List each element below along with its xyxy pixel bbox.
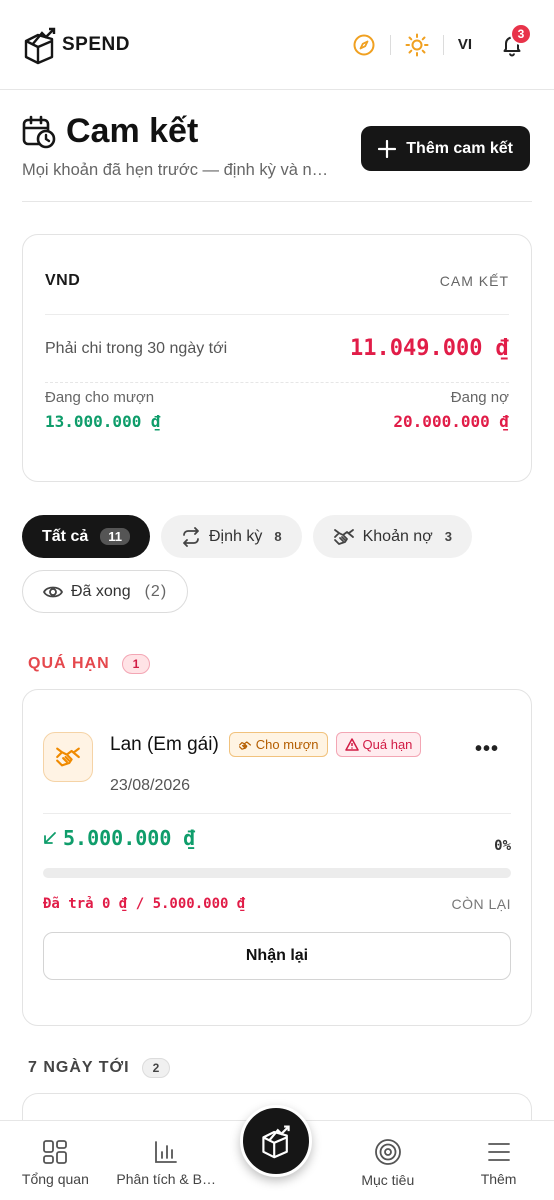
section-title: 7 NGÀY TỚI — [28, 1059, 130, 1076]
filter-label: Đã xong — [71, 582, 131, 600]
filter-count: (2) — [144, 582, 168, 600]
lending-label: Đang cho mượn — [45, 389, 155, 406]
calendar-clock-icon — [22, 115, 56, 148]
notification-badge: 3 — [510, 22, 532, 45]
handshake-icon — [238, 740, 251, 750]
lending-amount: 13.000.000 ₫ — [45, 412, 161, 431]
nav-overview[interactable]: Tổng quan — [0, 1121, 111, 1200]
nav-label: Thêm — [480, 1170, 517, 1187]
due-label: Phải chi trong 30 ngày tới — [45, 339, 228, 357]
status-badge: Quá hạn — [335, 732, 422, 757]
section-overdue-header: QUÁ HẠN 1 — [28, 654, 151, 674]
due-date: 23/08/2026 — [110, 777, 191, 794]
wallet-logo-icon — [262, 1125, 290, 1159]
sun-icon — [405, 33, 429, 56]
arrow-down-left-icon — [44, 832, 56, 844]
more-options-icon[interactable]: ••• — [475, 738, 499, 761]
add-button-label: Thêm cam kết — [406, 139, 513, 157]
filter-debts[interactable]: Khoản nợ 3 — [312, 515, 472, 558]
commitment-card[interactable]: Lan (Em gái) Cho mượn Quá hạn 23/08/2026… — [22, 689, 532, 1026]
filter-count: 8 — [274, 529, 282, 544]
repeat-icon — [183, 526, 199, 547]
due-amount: 11.049.000 ₫ — [350, 336, 509, 361]
amount-value: 5.000.000 ₫ — [63, 826, 196, 850]
loan-icon-tile — [43, 732, 93, 782]
wallet-logo-icon — [24, 27, 56, 64]
section-title: QUÁ HẠN — [28, 655, 110, 672]
filter-all[interactable]: Tất cả 11 — [22, 515, 150, 558]
page-title: Cam kết — [66, 112, 199, 150]
filter-done[interactable]: Đã xong (2) — [22, 570, 189, 613]
contact-name: Lan (Em gái) — [110, 733, 219, 755]
debt-amount: 20.000.000 ₫ — [393, 412, 509, 431]
language-switch[interactable]: VI — [458, 36, 472, 53]
nav-label: Phân tích & B… — [116, 1170, 216, 1187]
explore-button[interactable] — [344, 25, 384, 65]
menu-icon — [487, 1142, 510, 1161]
filter-label: Khoản nợ — [362, 527, 433, 545]
summary-card: VND CAM KẾT Phải chi trong 30 ngày tới 1… — [22, 234, 532, 482]
section-next7-header: 7 NGÀY TỚI 2 — [28, 1058, 171, 1078]
eye-icon — [43, 586, 63, 597]
section-count-badge: 1 — [121, 654, 151, 674]
debt-label: Đang nợ — [450, 389, 509, 406]
add-commitment-button[interactable]: Thêm cam kết — [361, 126, 530, 171]
receive-back-button[interactable]: Nhận lại — [43, 932, 511, 980]
currency-label: VND — [45, 271, 81, 289]
nav-goals[interactable]: Mục tiêu — [332, 1121, 443, 1200]
progress-bar — [43, 868, 511, 878]
dashboard-icon — [43, 1139, 68, 1164]
theme-toggle-button[interactable] — [397, 25, 437, 65]
filter-label: Tất cả — [42, 527, 89, 545]
plus-icon — [378, 139, 397, 158]
filter-chips: Tất cả 11 Định kỳ 8 Khoản nợ 3 Đã xong (… — [22, 515, 534, 613]
filter-count: 11 — [100, 528, 130, 545]
quick-add-fab[interactable] — [240, 1105, 312, 1177]
nav-label: Tổng quan — [21, 1170, 89, 1187]
summary-tag: CAM KẾT — [439, 272, 509, 289]
remaining-label: CÒN LẠI — [451, 896, 511, 912]
nav-label: Mục tiêu — [361, 1171, 415, 1188]
divider — [389, 34, 391, 55]
commitment-amount: 5.000.000 ₫ — [43, 826, 195, 850]
type-tag: Cho mượn — [228, 732, 328, 757]
section-count-badge: 2 — [141, 1058, 171, 1078]
app-logo[interactable]: SPEND — [22, 25, 130, 65]
handshake-icon — [333, 528, 354, 545]
page-header: Cam kết Mọi khoản đã hẹn trước — định kỳ… — [22, 112, 532, 202]
handshake-icon — [56, 747, 80, 767]
warning-icon — [344, 738, 359, 751]
nav-analytics[interactable]: Phân tích & B… — [111, 1121, 222, 1200]
status-badge-label: Quá hạn — [362, 737, 413, 752]
page-subtitle: Mọi khoản đã hẹn trước — định kỳ và n… — [22, 161, 329, 179]
nav-more[interactable]: Thêm — [443, 1121, 554, 1200]
bar-chart-icon — [155, 1140, 178, 1163]
type-tag-label: Cho mượn — [255, 737, 319, 752]
notifications-button[interactable]: 3 — [492, 22, 532, 65]
top-header: SPEND VI 3 — [0, 0, 554, 90]
filter-label: Định kỳ — [209, 527, 263, 545]
paid-summary: Đã trả 0 ₫ / 5.000.000 ₫ — [43, 896, 246, 912]
target-icon — [374, 1138, 401, 1165]
filter-count: 3 — [444, 529, 452, 544]
filter-recurring[interactable]: Định kỳ 8 — [161, 515, 302, 558]
compass-icon — [353, 34, 375, 55]
progress-percent: 0% — [494, 838, 511, 854]
logo-text: SPEND — [62, 33, 130, 55]
divider — [442, 34, 444, 55]
